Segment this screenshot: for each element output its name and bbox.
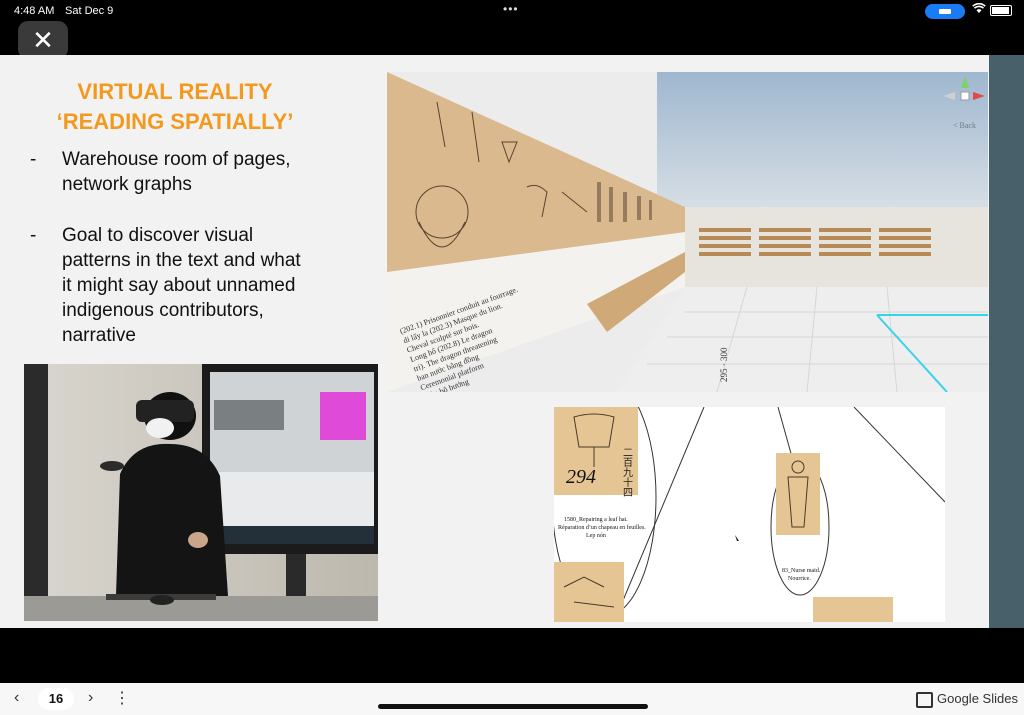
vr-back-label: < Back: [953, 121, 976, 130]
close-button[interactable]: ✕: [18, 21, 68, 59]
slide-title-line-2: ‘READING SPATIALLY’: [56, 109, 294, 134]
graph-caption-1-line-1: 1580_Repairing a leaf hat.: [564, 516, 628, 523]
next-slide-button[interactable]: ›: [88, 689, 93, 707]
more-options-button[interactable]: ⋮: [114, 688, 130, 708]
home-indicator[interactable]: [378, 704, 648, 709]
graph-chinese-numerals: 二百九十四: [621, 447, 633, 497]
bullet-dash: -: [30, 225, 37, 246]
battery-icon: [990, 5, 1012, 16]
app-label[interactable]: Google Slides: [937, 691, 1018, 706]
status-bar: 4:48 AM Sat Dec 9 •••: [0, 0, 1024, 22]
screen-recording-icon[interactable]: [925, 4, 965, 19]
google-slides-icon: [916, 692, 933, 708]
bullet-text: Goal to discover visual patterns in the …: [62, 225, 301, 346]
slide-title-line-1: VIRTUAL REALITY: [77, 79, 273, 104]
graph-caption-1-line-2: Réparation d’un chapeau en feuilles.: [558, 524, 646, 531]
graph-caption-2-line-2: Nourrice.: [788, 576, 811, 582]
graph-page-number: 294: [566, 466, 596, 488]
status-time: 4:48 AM: [14, 5, 55, 17]
graph-caption-2-line-1: 83_Nurse maid.: [782, 568, 821, 574]
multitasking-dots[interactable]: •••: [503, 2, 519, 16]
vr-column-label: 295 · 300: [719, 347, 729, 382]
previous-slide-button[interactable]: ‹: [14, 689, 19, 707]
wifi-icon: [972, 2, 986, 17]
bottom-toolbar: ‹ 16 › ⋮ Google Slides: [0, 683, 1024, 715]
bullet-dash: -: [30, 149, 37, 170]
graph-caption-1-line-3: Lep nón: [586, 533, 606, 539]
slide-title: VIRTUAL REALITY ‘READING SPATIALLY’: [30, 77, 320, 137]
presentation-slide: VIRTUAL REALITY ‘READING SPATIALLY’ - Wa…: [0, 55, 989, 628]
page-number-field[interactable]: 16: [38, 688, 74, 710]
bullet-text: Warehouse room of pages, network graphs: [62, 149, 291, 195]
status-date: Sat Dec 9: [65, 5, 114, 17]
vr-user-photo: [24, 364, 378, 621]
network-graph-screenshot: 二百九十四 294 1580_Repairing a leaf hat. Rép…: [554, 407, 945, 622]
side-strip: [989, 55, 1024, 628]
vr-warehouse-screenshot: (202.1) Prisonnier conduit au fourrage. …: [387, 72, 988, 392]
